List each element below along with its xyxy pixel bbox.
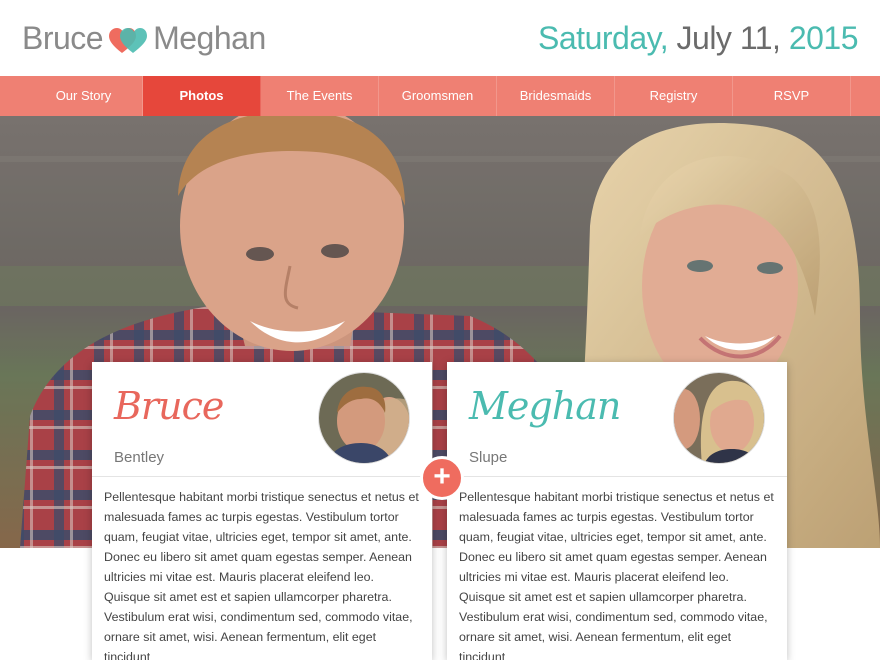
card-divider: [92, 476, 432, 477]
main-nav: Our Story Photos The Events Groomsmen Br…: [0, 76, 880, 116]
nav-item-the-events[interactable]: The Events: [261, 76, 379, 116]
date-weekday: Saturday,: [538, 20, 669, 56]
nav-item-our-story[interactable]: Our Story: [25, 76, 143, 116]
nav-item-registry[interactable]: Registry: [615, 76, 733, 116]
groom-bio: Pellentesque habitant morbi tristique se…: [104, 490, 419, 660]
bride-name: Meghan: [153, 20, 266, 56]
nav-item-groomsmen[interactable]: Groomsmen: [379, 76, 497, 116]
plus-icon: +: [420, 456, 464, 500]
bride-first-name: Meghan: [469, 384, 621, 428]
bride-avatar: [673, 372, 765, 464]
groom-name: Bruce: [22, 20, 104, 56]
site-logo[interactable]: Bruce Meghan: [22, 20, 266, 57]
hearts-icon: [109, 24, 148, 54]
nav-item-rsvp[interactable]: RSVP: [733, 76, 851, 116]
bride-bio: Pellentesque habitant morbi tristique se…: [459, 490, 774, 660]
bride-last-name: Slupe: [469, 449, 508, 466]
date-year: 2015: [780, 20, 859, 56]
site-header: Bruce Meghan Saturday, July 11, 2015: [0, 0, 880, 76]
bride-card: Meghan Slupe Pellentesque habitant morbi…: [447, 362, 787, 660]
groom-last-name: Bentley: [114, 449, 165, 466]
groom-card: Bruce Bentley Pellentesque habitant morb…: [92, 362, 432, 660]
groom-avatar: [318, 372, 410, 464]
nav-item-photos[interactable]: Photos: [143, 76, 261, 116]
groom-first-name: Bruce: [114, 384, 224, 428]
wedding-date: Saturday, July 11, 2015: [538, 20, 858, 57]
card-divider: [447, 476, 787, 477]
date-month-day: July 11,: [668, 20, 781, 56]
nav-item-bridesmaids[interactable]: Bridesmaids: [497, 76, 615, 116]
